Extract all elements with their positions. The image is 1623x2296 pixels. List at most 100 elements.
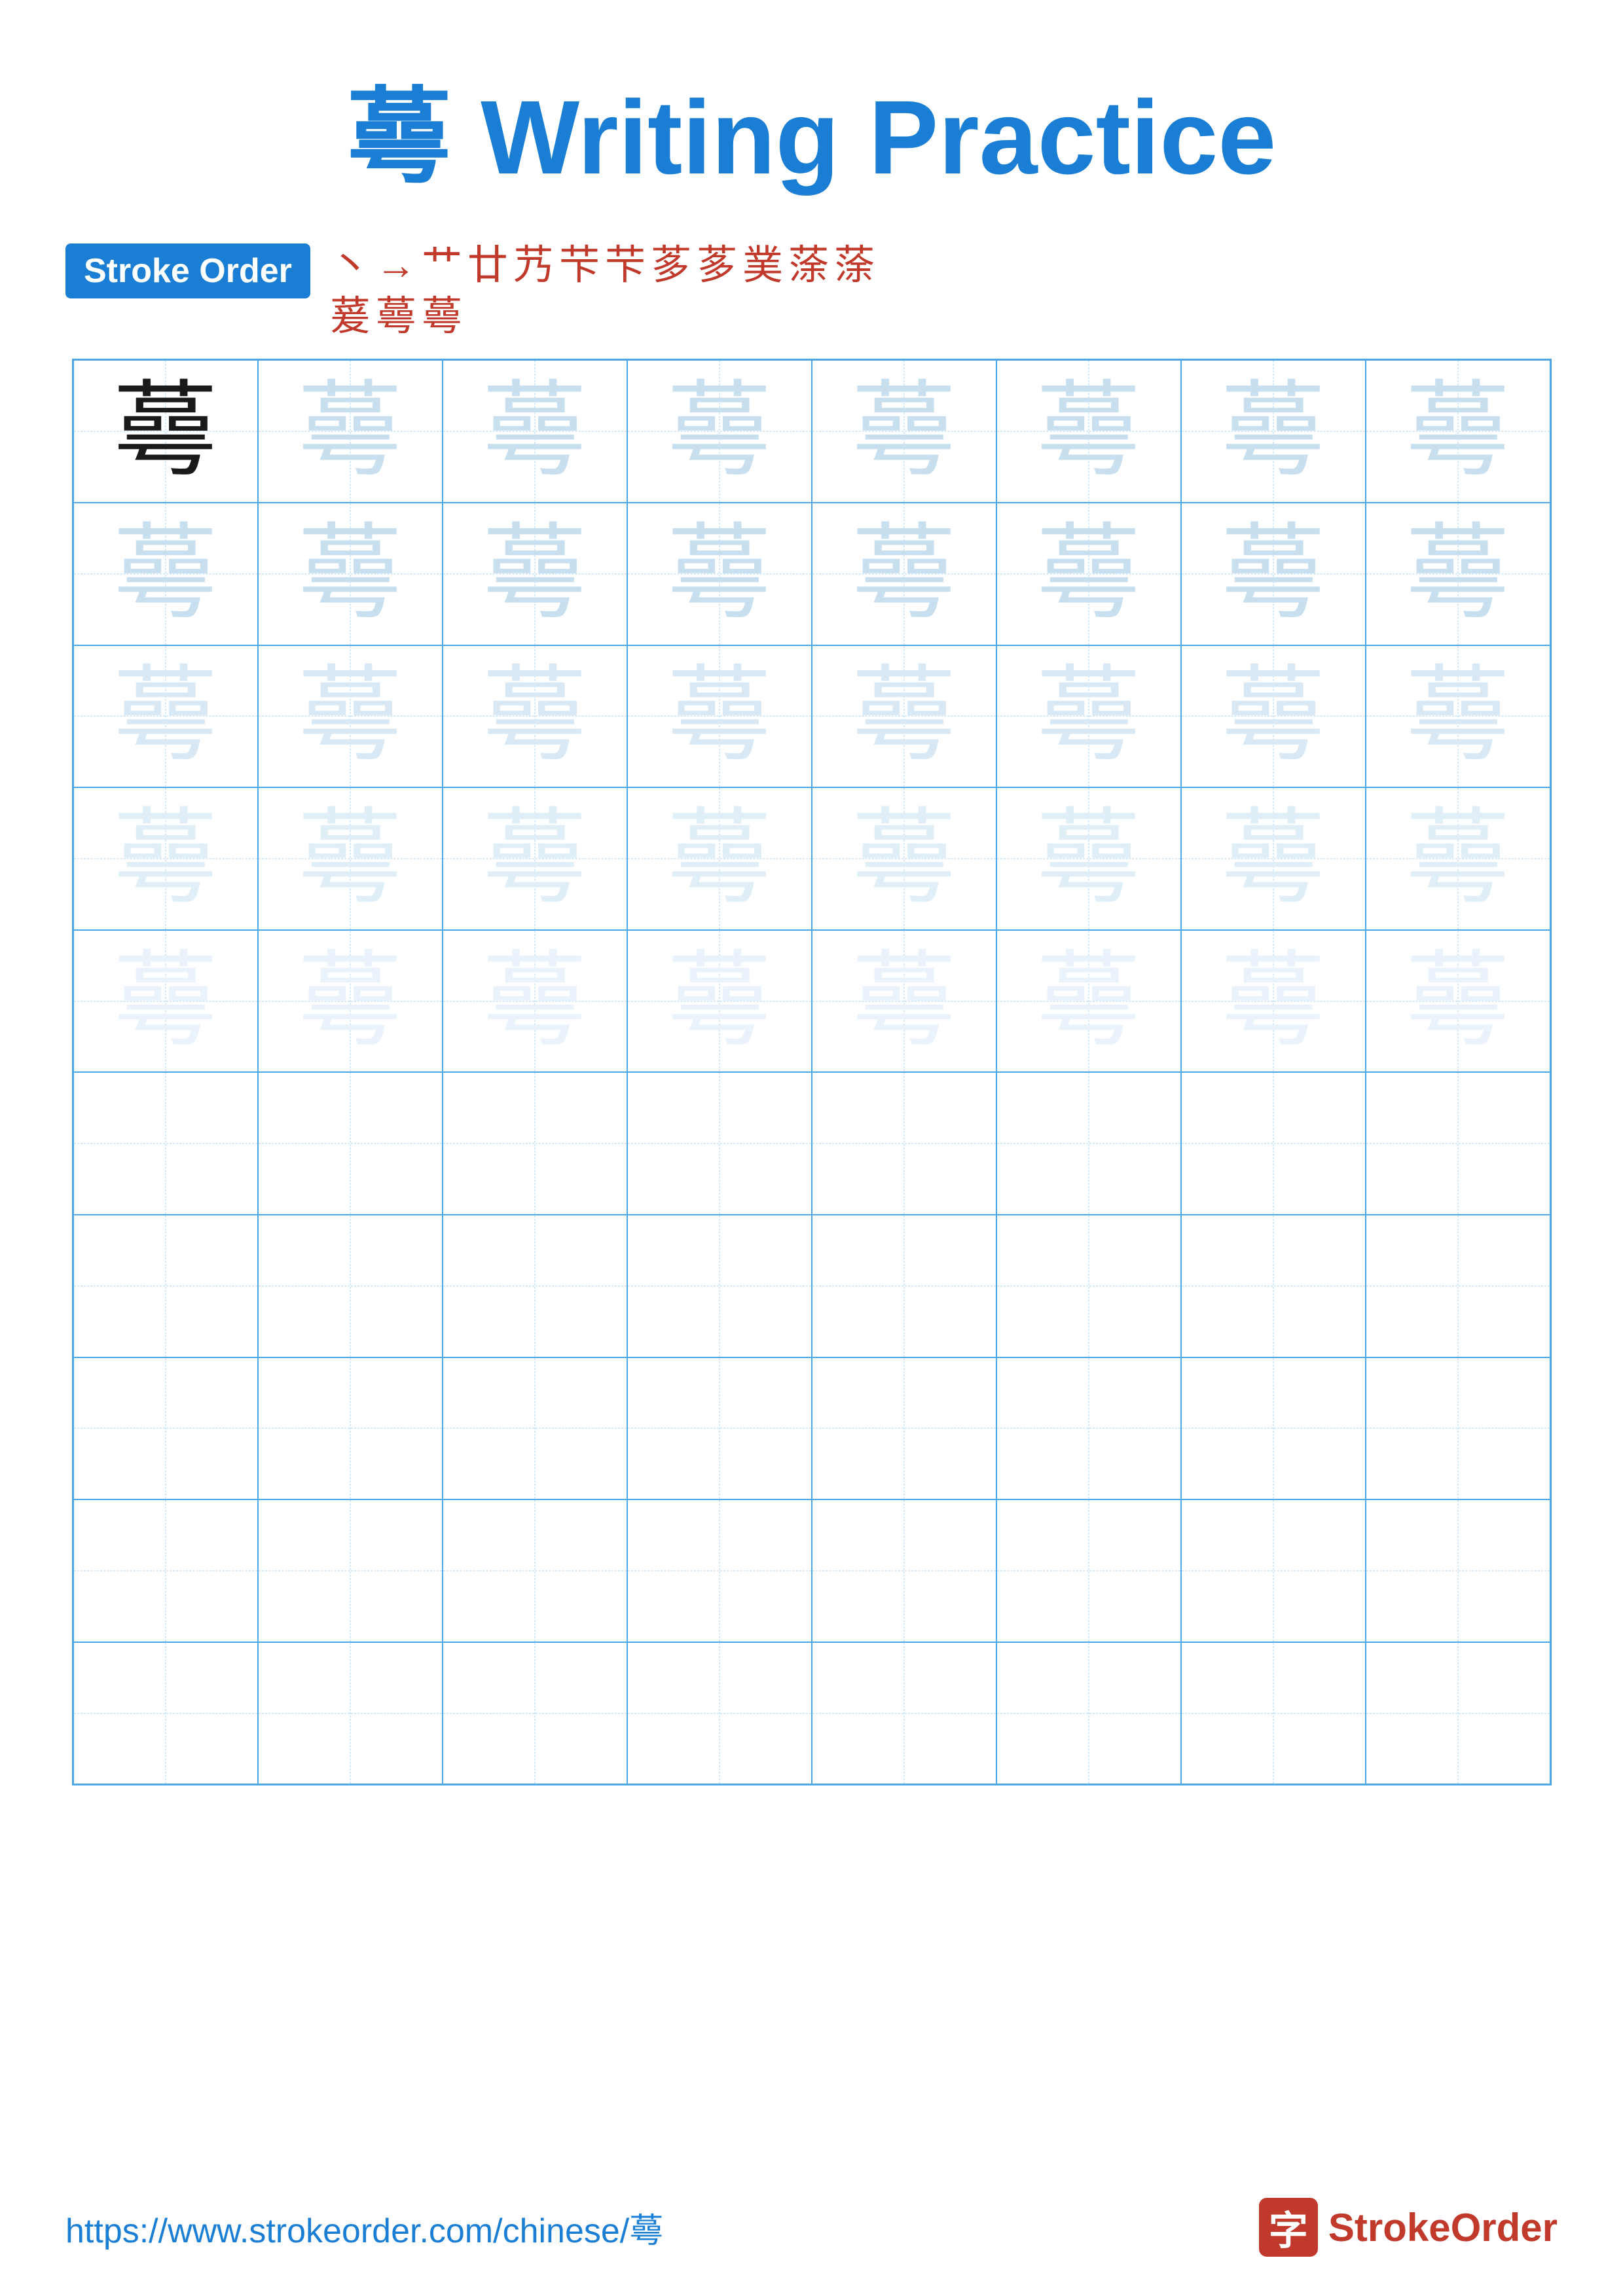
grid-cell[interactable]: 蕚: [258, 787, 443, 930]
grid-cell-empty[interactable]: [627, 1499, 812, 1642]
grid-cell-empty[interactable]: [258, 1215, 443, 1357]
grid-cell[interactable]: 蕚: [1366, 503, 1550, 645]
grid-cell[interactable]: 蕚: [1181, 645, 1366, 788]
grid-cell[interactable]: 蕚: [627, 645, 812, 788]
grid-cell-empty[interactable]: [1181, 1072, 1366, 1215]
grid-cell[interactable]: 蕚: [443, 360, 627, 503]
practice-char: 蕚: [297, 949, 402, 1054]
grid-cell[interactable]: 蕚: [1366, 930, 1550, 1073]
grid-cell[interactable]: 蕚: [1366, 645, 1550, 788]
stroke-step: 廿: [467, 243, 508, 288]
grid-cell-empty[interactable]: [1366, 1357, 1550, 1500]
grid-cell-empty[interactable]: [1366, 1642, 1550, 1785]
grid-cell[interactable]: 蕚: [443, 930, 627, 1073]
practice-char: 蕚: [851, 379, 956, 484]
grid-cell-empty[interactable]: [443, 1642, 627, 1785]
grid-cell-empty[interactable]: [812, 1642, 996, 1785]
practice-char: 蕚: [113, 949, 217, 1054]
grid-cell-empty[interactable]: [996, 1499, 1181, 1642]
grid-cell-empty[interactable]: [1366, 1499, 1550, 1642]
grid-cell-empty[interactable]: [627, 1215, 812, 1357]
stroke-sequence-row1: 丶 → 艹 廿 艿 芐 芐 茤 茤 菐 蒤 蒤: [330, 243, 1558, 288]
grid-cell[interactable]: 蕚: [443, 787, 627, 930]
practice-char: 蕚: [1405, 379, 1510, 484]
practice-char: 蕚: [297, 664, 402, 768]
grid-cell-empty[interactable]: [73, 1215, 258, 1357]
practice-char: 蕚: [851, 806, 956, 911]
grid-cell-empty[interactable]: [1181, 1499, 1366, 1642]
practice-char: 蕚: [1405, 806, 1510, 911]
logo-text-part2: Order: [1451, 2206, 1558, 2250]
grid-cell[interactable]: 蕚: [627, 360, 812, 503]
grid-cell[interactable]: 蕚: [443, 645, 627, 788]
grid-cell[interactable]: 蕚: [1366, 787, 1550, 930]
logo-text-part1: Stroke: [1328, 2206, 1451, 2250]
grid-cell[interactable]: 蕚: [1181, 930, 1366, 1073]
grid-cell-empty[interactable]: [996, 1072, 1181, 1215]
grid-cell-empty[interactable]: [443, 1357, 627, 1500]
grid-cell[interactable]: 蕚: [258, 503, 443, 645]
grid-cell[interactable]: 蕚: [812, 787, 996, 930]
grid-cell[interactable]: 蕚: [258, 930, 443, 1073]
grid-cell-empty[interactable]: [812, 1072, 996, 1215]
grid-cell[interactable]: 蕚: [1181, 360, 1366, 503]
grid-cell-empty[interactable]: [258, 1072, 443, 1215]
practice-char: 蕚: [482, 949, 587, 1054]
grid-cell-empty[interactable]: [812, 1499, 996, 1642]
grid-cell-empty[interactable]: [996, 1357, 1181, 1500]
grid-cell-empty[interactable]: [73, 1499, 258, 1642]
grid-cell-empty[interactable]: [627, 1642, 812, 1785]
grid-cell[interactable]: 蕚: [812, 645, 996, 788]
grid-cell[interactable]: 蕚: [996, 930, 1181, 1073]
stroke-step: 丶: [330, 243, 371, 288]
grid-cell[interactable]: 蕚: [627, 930, 812, 1073]
grid-cell[interactable]: 蕚: [627, 787, 812, 930]
grid-cell-empty[interactable]: [1366, 1072, 1550, 1215]
grid-cell[interactable]: 蕚: [73, 930, 258, 1073]
grid-cell[interactable]: 蕚: [73, 645, 258, 788]
grid-cell-empty[interactable]: [627, 1072, 812, 1215]
grid-cell[interactable]: 蕚: [1181, 503, 1366, 645]
grid-cell-empty[interactable]: [73, 1642, 258, 1785]
grid-cell-empty[interactable]: [258, 1499, 443, 1642]
grid-cell-empty[interactable]: [996, 1642, 1181, 1785]
grid-cell-empty[interactable]: [258, 1357, 443, 1500]
grid-cell[interactable]: 蕚: [73, 503, 258, 645]
grid-cell[interactable]: 蕚: [812, 930, 996, 1073]
grid-cell-empty[interactable]: [812, 1215, 996, 1357]
grid-cell-empty[interactable]: [1181, 1357, 1366, 1500]
grid-cell-empty[interactable]: [73, 1357, 258, 1500]
footer-url[interactable]: https://www.strokeorder.com/chinese/蕚: [65, 2203, 663, 2252]
stroke-step: 蒤: [834, 243, 875, 288]
grid-cell[interactable]: 蕚: [996, 360, 1181, 503]
grid-cell[interactable]: 蕚: [258, 360, 443, 503]
grid-cell-empty[interactable]: [996, 1215, 1181, 1357]
practice-char: 蕚: [666, 949, 771, 1054]
grid-cell[interactable]: 蕚: [996, 787, 1181, 930]
grid-cell-empty[interactable]: [1366, 1215, 1550, 1357]
grid-cell[interactable]: 蕚: [73, 360, 258, 503]
grid-cell-empty[interactable]: [1181, 1215, 1366, 1357]
grid-cell-empty[interactable]: [812, 1357, 996, 1500]
stroke-step: 艹: [422, 243, 462, 288]
grid-cell-empty[interactable]: [443, 1215, 627, 1357]
grid-cell-empty[interactable]: [258, 1642, 443, 1785]
grid-cell[interactable]: 蕚: [996, 645, 1181, 788]
grid-cell[interactable]: 蕚: [443, 503, 627, 645]
grid-cell[interactable]: 蕚: [258, 645, 443, 788]
grid-cell-empty[interactable]: [1181, 1642, 1366, 1785]
grid-cell[interactable]: 蕚: [996, 503, 1181, 645]
grid-cell-empty[interactable]: [73, 1072, 258, 1215]
grid-cell[interactable]: 蕚: [812, 360, 996, 503]
grid-cell[interactable]: 蕚: [627, 503, 812, 645]
grid-cell-empty[interactable]: [627, 1357, 812, 1500]
grid-cell-empty[interactable]: [443, 1499, 627, 1642]
grid-cell[interactable]: 蕚: [1366, 360, 1550, 503]
stroke-step: 蕚: [422, 295, 462, 339]
grid-cell[interactable]: 蕚: [73, 787, 258, 930]
grid-cell[interactable]: 蕚: [812, 503, 996, 645]
practice-char: 蕚: [1220, 522, 1325, 626]
stroke-step: 芐: [605, 243, 646, 288]
grid-cell[interactable]: 蕚: [1181, 787, 1366, 930]
grid-cell-empty[interactable]: [443, 1072, 627, 1215]
